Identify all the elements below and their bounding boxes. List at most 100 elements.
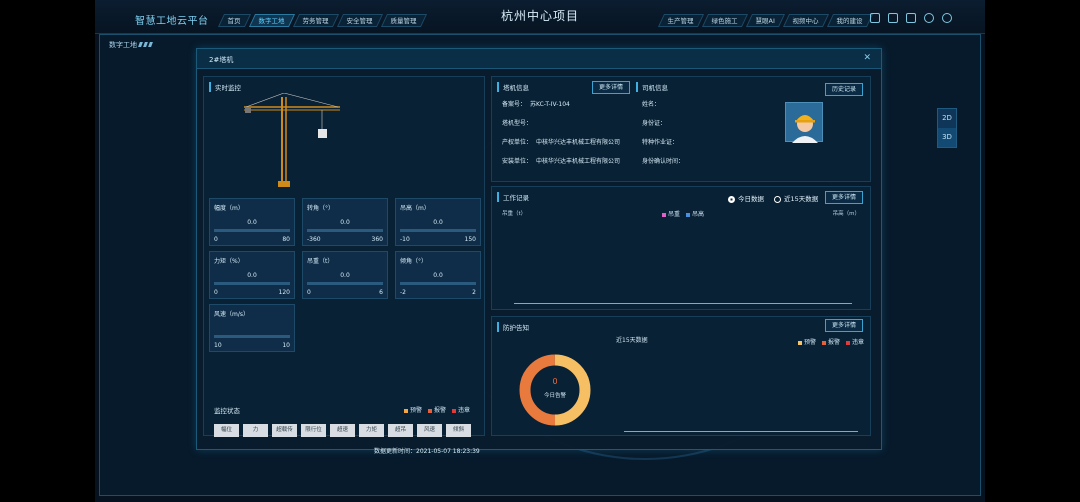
nav-item-label: 慧眼AI <box>755 17 775 25</box>
crane-info-title: 塔机信息 <box>497 82 529 92</box>
metric-card: 吊高（m） 0.0 -10 150 <box>395 198 481 246</box>
driver-info-title: 司机信息 <box>636 82 668 92</box>
status-chips: 幅位力超载传 限行位 超速 力矩 超吊 风速 倾斜 <box>214 424 471 437</box>
metric-value: 0.0 <box>247 219 257 226</box>
field-value: 中核华兴达丰机械工程有限公司 <box>536 139 621 146</box>
toggle-2d[interactable]: 2D <box>938 109 956 128</box>
metric-label: 转角（°） <box>307 205 335 212</box>
metric-label: 倾角（°） <box>400 258 428 265</box>
driver-field: 姓名： <box>642 99 664 108</box>
warning-panel: 防护告知 更多详情 近15天数据 预警 报警 违章 0 今日告警 <box>491 316 871 436</box>
legend-label: 报警 <box>828 339 841 346</box>
warning-axis-line <box>624 431 858 432</box>
metric-card: 吊重（t） 0.0 0 6 <box>302 251 388 299</box>
field-value: 苏KC-T-IV-104 <box>530 101 570 108</box>
status-chip: 幅位 <box>214 424 239 437</box>
metric-value: 0.0 <box>433 272 443 279</box>
metric-value: 0.0 <box>247 272 257 279</box>
metric-card: 倾角（°） 0.0 -2 2 <box>395 251 481 299</box>
radio-off-icon <box>774 195 781 203</box>
legend-item: 吊重 <box>662 209 680 218</box>
legend-label: 违章 <box>458 407 471 414</box>
metric-bar <box>307 282 383 285</box>
gear-icon[interactable] <box>924 13 934 23</box>
nav-item[interactable]: 我的建设 <box>827 14 874 27</box>
metric-label: 吊高（m） <box>400 205 430 212</box>
legend-item: 报警 <box>428 405 446 414</box>
checklist-icon[interactable] <box>906 13 916 23</box>
screen-icon[interactable] <box>888 13 898 23</box>
metric-card: 风速（m/s） 10 10 <box>209 304 295 352</box>
legend-label: 吊高 <box>692 211 705 218</box>
legend-label: 吊重 <box>668 211 681 218</box>
metric-max: 10 <box>282 342 290 349</box>
crane-field: 安装单位： 中核华兴达丰机械工程有限公司 <box>502 156 620 165</box>
field-value: 中核华兴达丰机械工程有限公司 <box>536 158 621 165</box>
warning-center-label: 今日告警 <box>543 393 566 399</box>
field-key: 身份证： <box>642 120 667 127</box>
metric-max: 120 <box>278 289 290 296</box>
status-chip: 力 <box>243 424 268 437</box>
toolbar-icons <box>870 13 952 23</box>
app-root: 智慧工地云平台 首页 数字工地 劳务管理 安全管理 质量管理 杭州中心项目 生产管理 绿色… <box>95 0 985 502</box>
legend-item: 吊高 <box>686 209 704 218</box>
legend-item: 预警 <box>798 337 816 346</box>
nav-item[interactable]: 生产管理 <box>657 14 705 27</box>
status-chip: 倾斜 <box>446 424 471 437</box>
work-record-title: 工作记录 <box>497 192 529 202</box>
metric-bar <box>214 282 290 285</box>
legend-item: 违章 <box>846 337 864 346</box>
nav-item[interactable]: 绿色施工 <box>701 14 749 27</box>
metric-min: -2 <box>400 289 406 296</box>
metric-value: 0.0 <box>340 219 350 226</box>
crane-modal: 2#塔机 ✕ 实时监控 幅度（m） 0.0 0 80 转角（°） 0.0 -360… <box>196 48 882 455</box>
radio-today[interactable]: 今日数据 <box>728 193 764 203</box>
metric-bar <box>214 229 290 232</box>
warning-detail-button[interactable]: 更多详情 <box>825 319 864 332</box>
metric-bar <box>400 229 476 232</box>
power-icon[interactable] <box>942 13 952 23</box>
metric-card: 转角（°） 0.0 -360 360 <box>302 198 388 246</box>
updated-value: 2021-05-07 18:23:39 <box>416 448 480 455</box>
field-key: 身份确认时间： <box>642 158 685 165</box>
metric-max: 150 <box>464 236 476 243</box>
info-panel: 塔机信息 更多详情 司机信息 历史记录 备案号： 苏KC-T-IV-104 塔机型号… <box>491 76 871 182</box>
metric-min: -10 <box>400 236 410 243</box>
monitor-icon[interactable] <box>870 13 880 23</box>
work-detail-button[interactable]: 更多详情 <box>825 191 864 204</box>
metric-label: 幅度（m） <box>214 205 244 212</box>
toggle-3d[interactable]: 3D <box>938 128 956 147</box>
field-key: 备案号： <box>502 101 527 108</box>
driver-field: 身份证： <box>642 118 670 127</box>
realtime-title: 实时监控 <box>209 82 241 92</box>
status-chip: 超速 <box>330 424 355 437</box>
status-title: 监控状态 <box>214 407 240 415</box>
top-bar: 智慧工地云平台 首页 数字工地 劳务管理 安全管理 质量管理 杭州中心项目 生产管理 绿色… <box>95 0 985 34</box>
radio-15days[interactable]: 近15天数据 <box>774 193 818 203</box>
field-key: 姓名： <box>642 101 661 108</box>
modal-header: 2#塔机 ✕ <box>197 49 881 69</box>
legend-label: 预警 <box>804 339 817 346</box>
nav-item[interactable]: 视频中心 <box>783 14 830 27</box>
updated-time: 数据更新时间：2021-05-07 18:23:39 <box>374 446 480 455</box>
metric-label: 吊重（t） <box>307 258 334 265</box>
legend-label: 违章 <box>852 339 865 346</box>
metric-card: 力矩（%） 0.0 0 120 <box>209 251 295 299</box>
crane-field: 产权单位： 中核华兴达丰机械工程有限公司 <box>502 137 620 146</box>
legend-item: 预警 <box>404 405 422 414</box>
legend-item: 违章 <box>452 405 470 414</box>
status-chip: 超吊 <box>388 424 413 437</box>
frame-label: 数字工地 <box>109 40 153 50</box>
crane-detail-button[interactable]: 更多详情 <box>592 81 631 94</box>
metric-bar <box>400 282 476 285</box>
work-axis-line <box>514 303 852 304</box>
status-chip: 超载传 <box>272 424 297 437</box>
close-icon[interactable]: ✕ <box>863 53 871 63</box>
metric-max: 2 <box>472 289 476 296</box>
metric-value: 0.0 <box>340 272 350 279</box>
view-toggle: 2D 3D <box>937 108 957 148</box>
metric-max: 6 <box>379 289 383 296</box>
nav-item-label: 绿色施工 <box>711 17 738 25</box>
nav-item[interactable]: 慧眼AI <box>745 14 786 27</box>
history-button[interactable]: 历史记录 <box>825 83 864 96</box>
